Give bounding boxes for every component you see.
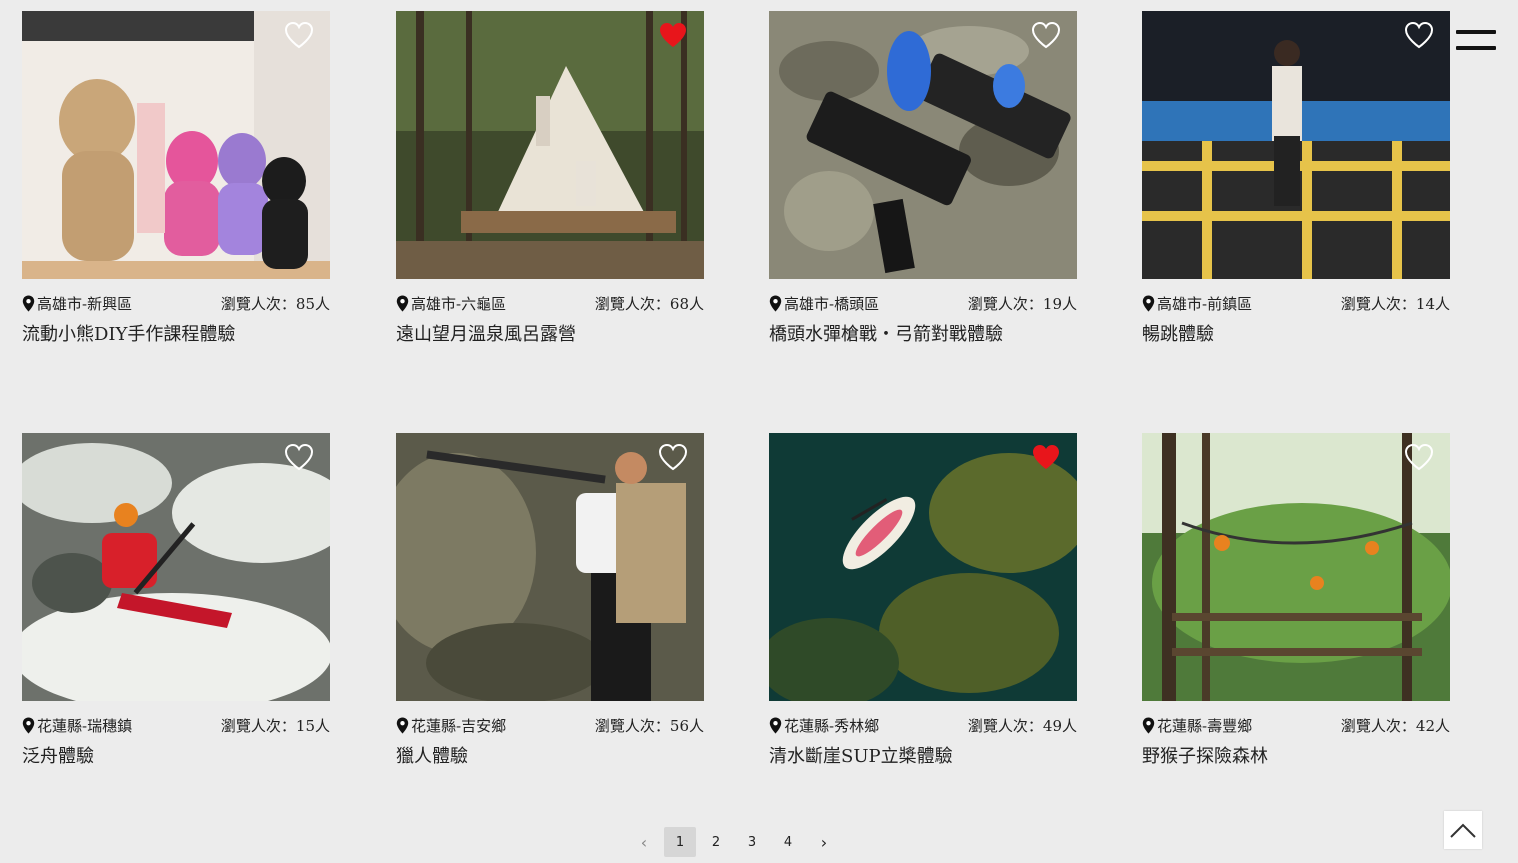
card-title[interactable]: 獵人體驗 [396, 745, 704, 769]
page-3-button[interactable]: 3 [736, 827, 768, 857]
next-page-button[interactable]: › [808, 827, 840, 857]
location: 高雄市-新興區 [22, 293, 132, 314]
view-count: 瀏覽人次：14人 [1340, 294, 1450, 313]
card-meta: 高雄市-前鎮區 瀏覽人次：14人 [1142, 293, 1450, 313]
view-count: 瀏覽人次：42人 [1340, 716, 1450, 735]
location: 花蓮縣-瑞穗鎮 [22, 715, 132, 736]
prev-page-button[interactable]: ‹ [628, 827, 660, 857]
location-text: 花蓮縣-吉安鄉 [411, 716, 507, 735]
location-text: 高雄市-六龜區 [411, 294, 507, 313]
location-text: 花蓮縣-壽豐鄉 [1157, 716, 1253, 735]
view-count: 瀏覽人次：15人 [220, 716, 330, 735]
map-pin-icon [22, 717, 35, 734]
menu-bar-top [1456, 30, 1496, 34]
map-pin-icon [769, 717, 782, 734]
view-count: 瀏覽人次：85人 [220, 294, 330, 313]
location: 高雄市-六龜區 [396, 293, 506, 314]
pagination: ‹ 1 2 3 4 › [628, 827, 844, 857]
card-meta: 花蓮縣-壽豐鄉 瀏覽人次：42人 [1142, 715, 1450, 735]
card-title[interactable]: 遠山望月溫泉風呂露營 [396, 323, 704, 347]
view-count: 瀏覽人次：19人 [967, 294, 1077, 313]
activity-card[interactable]: 高雄市-新興區 瀏覽人次：85人 流動小熊DIY手作課程體驗 [22, 11, 330, 347]
forest-rope-course-photo[interactable] [1142, 433, 1450, 701]
view-count: 瀏覽人次：49人 [967, 716, 1077, 735]
page-2-button[interactable]: 2 [700, 827, 732, 857]
card-meta: 花蓮縣-秀林鄉 瀏覽人次：49人 [769, 715, 1077, 735]
page-1-button[interactable]: 1 [664, 827, 696, 857]
favorite-heart-icon[interactable] [1404, 21, 1434, 49]
location-text: 花蓮縣-秀林鄉 [784, 716, 880, 735]
location: 高雄市-前鎮區 [1142, 293, 1252, 314]
map-pin-icon [769, 295, 782, 312]
card-meta: 高雄市-橋頭區 瀏覽人次：19人 [769, 293, 1077, 313]
favorite-heart-icon[interactable] [1031, 443, 1061, 471]
forest-glamping-tent-photo[interactable] [396, 11, 704, 279]
sup-paddleboard-aerial-photo[interactable] [769, 433, 1077, 701]
back-to-top-button[interactable] [1444, 811, 1482, 849]
location: 花蓮縣-壽豐鄉 [1142, 715, 1252, 736]
card-title[interactable]: 野猴子探險森林 [1142, 745, 1450, 769]
activity-card[interactable]: 高雄市-六龜區 瀏覽人次：68人 遠山望月溫泉風呂露營 [396, 11, 704, 347]
view-count: 瀏覽人次：56人 [594, 716, 704, 735]
favorite-heart-icon[interactable] [1031, 21, 1061, 49]
location-text: 高雄市-前鎮區 [1157, 294, 1253, 313]
whitewater-kayak-photo[interactable] [22, 433, 330, 701]
favorite-heart-icon[interactable] [658, 443, 688, 471]
chevron-up-icon [1450, 823, 1476, 838]
activity-card[interactable]: 花蓮縣-壽豐鄉 瀏覽人次：42人 野猴子探險森林 [1142, 433, 1450, 769]
menu-button[interactable] [1456, 28, 1496, 54]
card-meta: 花蓮縣-瑞穗鎮 瀏覽人次：15人 [22, 715, 330, 735]
card-meta: 高雄市-六龜區 瀏覽人次：68人 [396, 293, 704, 313]
hunter-with-rifle-photo[interactable] [396, 433, 704, 701]
favorite-heart-icon[interactable] [284, 443, 314, 471]
map-pin-icon [1142, 717, 1155, 734]
card-title[interactable]: 泛舟體驗 [22, 745, 330, 769]
location-text: 花蓮縣-瑞穗鎮 [37, 716, 133, 735]
location-text: 高雄市-新興區 [37, 294, 133, 313]
gel-blaster-guns-photo[interactable] [769, 11, 1077, 279]
map-pin-icon [396, 717, 409, 734]
activity-card[interactable]: 高雄市-橋頭區 瀏覽人次：19人 橋頭水彈槍戰・弓箭對戰體驗 [769, 11, 1077, 347]
view-count: 瀏覽人次：68人 [594, 294, 704, 313]
activity-card[interactable]: 高雄市-前鎮區 瀏覽人次：14人 暢跳體驗 [1142, 11, 1450, 347]
card-title[interactable]: 清水斷崖SUP立槳體驗 [769, 745, 1077, 769]
card-title[interactable]: 橋頭水彈槍戰・弓箭對戰體驗 [769, 323, 1077, 347]
location: 花蓮縣-秀林鄉 [769, 715, 879, 736]
location: 花蓮縣-吉安鄉 [396, 715, 506, 736]
bear-figurines-photo[interactable] [22, 11, 330, 279]
menu-bar-bottom [1456, 46, 1496, 50]
activity-card[interactable]: 花蓮縣-秀林鄉 瀏覽人次：49人 清水斷崖SUP立槳體驗 [769, 433, 1077, 769]
map-pin-icon [1142, 295, 1155, 312]
location: 高雄市-橋頭區 [769, 293, 879, 314]
card-meta: 高雄市-新興區 瀏覽人次：85人 [22, 293, 330, 313]
favorite-heart-icon[interactable] [1404, 443, 1434, 471]
page-4-button[interactable]: 4 [772, 827, 804, 857]
card-title[interactable]: 流動小熊DIY手作課程體驗 [22, 323, 330, 347]
favorite-heart-icon[interactable] [284, 21, 314, 49]
location-text: 高雄市-橋頭區 [784, 294, 880, 313]
trampoline-park-photo[interactable] [1142, 11, 1450, 279]
map-pin-icon [396, 295, 409, 312]
card-title[interactable]: 暢跳體驗 [1142, 323, 1450, 347]
activity-card[interactable]: 花蓮縣-瑞穗鎮 瀏覽人次：15人 泛舟體驗 [22, 433, 330, 769]
activity-card[interactable]: 花蓮縣-吉安鄉 瀏覽人次：56人 獵人體驗 [396, 433, 704, 769]
favorite-heart-icon[interactable] [658, 21, 688, 49]
map-pin-icon [22, 295, 35, 312]
card-meta: 花蓮縣-吉安鄉 瀏覽人次：56人 [396, 715, 704, 735]
